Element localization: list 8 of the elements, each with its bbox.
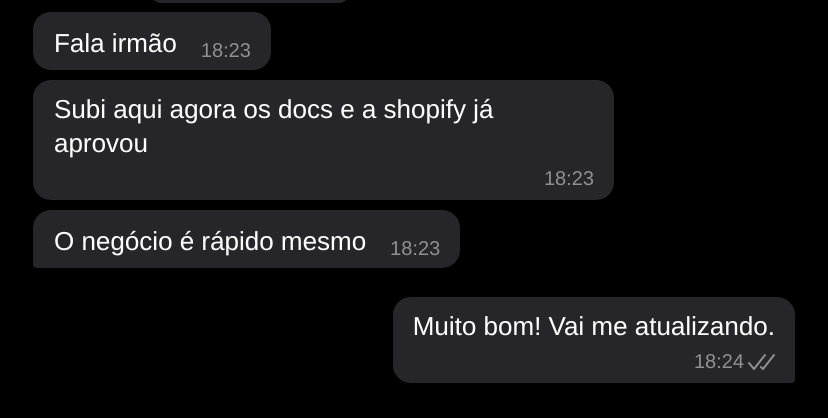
message-time: 18:23 [544, 167, 594, 192]
message-time: 18:23 [390, 237, 440, 262]
message-text: O negócio é rápido mesmo [54, 225, 366, 258]
message-time: 18:24 [694, 350, 744, 375]
message-text: Subi aqui agora os docs e a shopify já aprovou [54, 93, 494, 160]
message-time: 18:23 [200, 39, 251, 64]
message-text: Fala irmão [54, 27, 177, 60]
message-text: Muito bom! Vai me atualizando. [412, 310, 775, 343]
